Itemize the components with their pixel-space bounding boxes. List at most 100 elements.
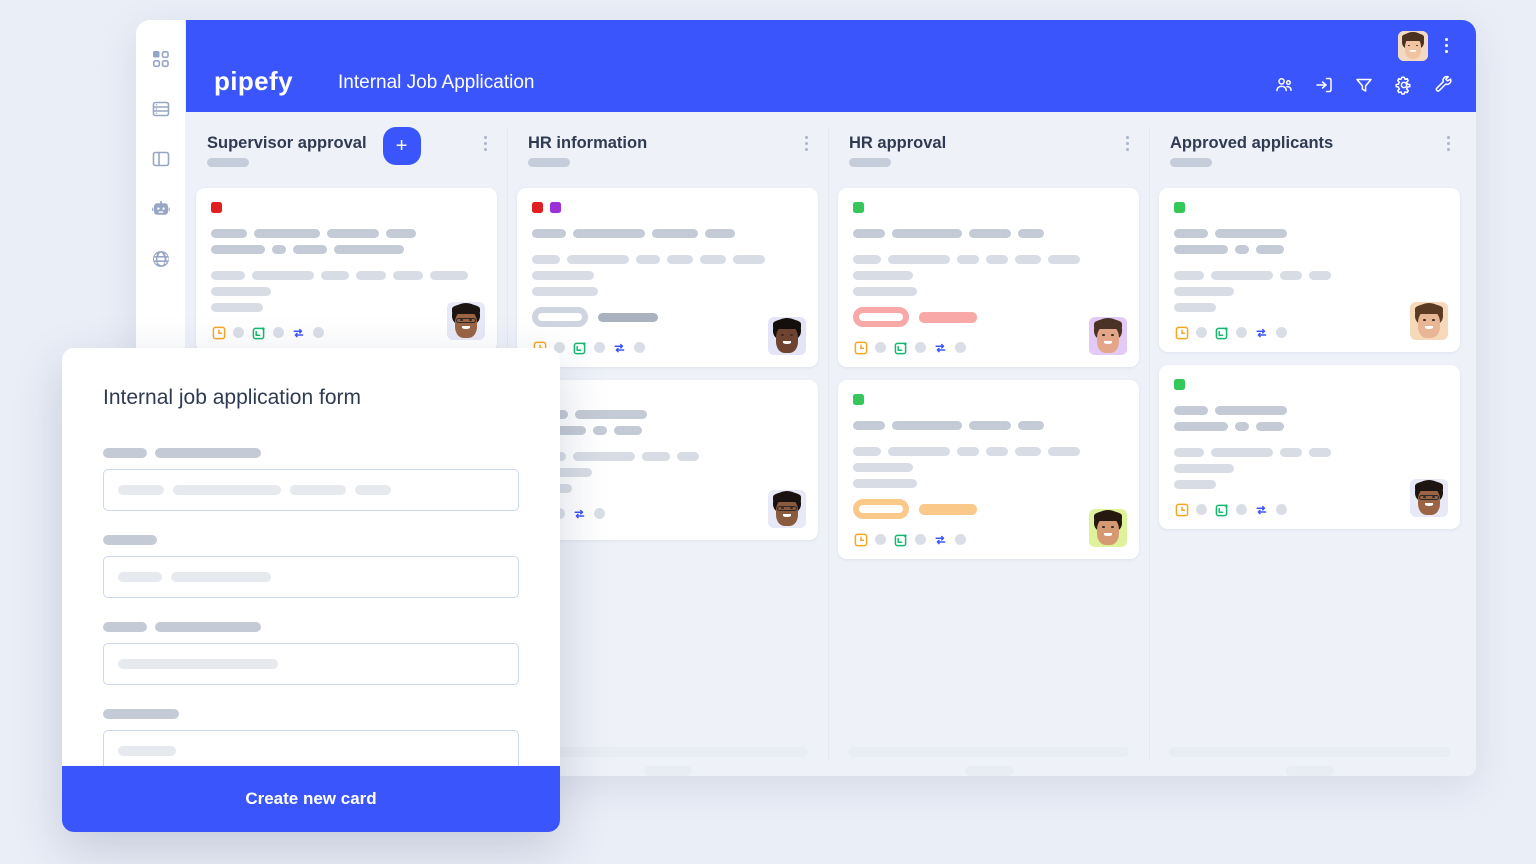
board-title: Internal Job Application [338,72,535,93]
kanban-card[interactable] [196,188,497,352]
card-status-pill [853,307,909,327]
column-header: HR information [517,112,818,188]
placeholder-dot [1236,327,1247,338]
card-pill-row [532,307,803,327]
create-card-modal: Internal job application form Create new… [62,348,560,832]
field-label-placeholder [103,448,519,458]
column-overflow-menu[interactable] [803,134,810,153]
form-field [103,448,519,511]
label-chip [1174,379,1185,390]
form-field [103,622,519,685]
user-avatar[interactable] [1398,31,1428,61]
create-new-card-button[interactable]: Create new card [62,766,560,832]
kanban-card[interactable] [838,380,1139,559]
kanban-card[interactable] [1159,365,1460,529]
kanban-card[interactable] [1159,188,1460,352]
field-label-placeholder [103,622,519,632]
label-chip [532,202,543,213]
globe-icon[interactable] [149,247,173,271]
gear-icon[interactable] [1393,74,1414,95]
card-assignee-avatar[interactable] [1089,317,1127,355]
form-input[interactable] [103,730,519,766]
header-actions [1273,74,1454,95]
card-assignee-avatar[interactable] [1089,509,1127,547]
database-icon[interactable] [149,97,173,121]
kanban-card[interactable] [517,188,818,367]
card-footer [1174,502,1445,517]
column-footer-placeholder [1159,733,1460,776]
form-field [103,709,519,766]
placeholder-dot [915,342,926,353]
field-label-placeholder [103,709,519,719]
wrench-icon[interactable] [1433,74,1454,95]
form-input[interactable] [103,556,519,598]
clock-icon [211,325,226,340]
column-title: Approved applicants [1170,134,1334,152]
card-status-pill [853,499,909,519]
column-overflow-menu[interactable] [1124,134,1131,153]
card-footer [1174,325,1445,340]
apps-grid-icon[interactable] [149,47,173,71]
members-icon[interactable] [1273,74,1294,95]
placeholder-dot [634,342,645,353]
label-chip [1174,202,1185,213]
clock-icon [853,532,868,547]
kanban-card[interactable] [517,380,818,540]
robot-icon[interactable] [149,197,173,221]
filter-icon[interactable] [1353,74,1374,95]
placeholder-dot [915,534,926,545]
calendar-plus-icon [893,532,908,547]
placeholder-dot [955,534,966,545]
placeholder-dot [1196,504,1207,515]
connection-icon [572,506,587,521]
card-assignee-avatar[interactable] [447,302,485,340]
calendar-plus-icon [572,340,587,355]
header-overflow-menu[interactable] [1438,34,1454,56]
clock-icon [1174,325,1189,340]
modal-title: Internal job application form [103,386,361,409]
column-footer-placeholder [517,733,818,776]
import-export-icon[interactable] [1313,74,1334,95]
column-header: Supervisor approval + [196,112,497,188]
calendar-plus-icon [251,325,266,340]
placeholder-dot [594,508,605,519]
card-assignee-avatar[interactable] [768,490,806,528]
label-chip [853,202,864,213]
card-assignee-avatar[interactable] [1410,302,1448,340]
card-assignee-avatar[interactable] [1410,479,1448,517]
placeholder-dot [233,327,244,338]
board-column-approved-applicants: Approved applicants [1149,112,1470,776]
form-input[interactable] [103,643,519,685]
card-labels [853,202,1124,213]
card-labels [1174,379,1445,390]
column-cards [1159,188,1460,733]
placeholder-dot [1276,504,1287,515]
card-labels [211,202,482,213]
column-subtitle-placeholder [849,158,891,167]
card-assignee-avatar[interactable] [768,317,806,355]
card-status-pill [532,307,588,327]
app-header: pipefy Internal Job Application [186,20,1476,112]
kanban-card[interactable] [838,188,1139,367]
column-cards [838,188,1139,733]
board-column-hr-approval: HR approval [828,112,1149,776]
placeholder-dot [1276,327,1287,338]
connection-icon [933,340,948,355]
card-footer [211,325,482,340]
pipefy-logo[interactable]: pipefy [214,68,293,94]
add-card-button[interactable]: + [382,127,421,165]
card-pill-bar [919,503,977,515]
form-field [103,535,519,598]
card-pill-row [853,499,1124,519]
form-input[interactable] [103,469,519,511]
column-overflow-menu[interactable] [482,134,489,153]
column-subtitle-placeholder [1170,158,1212,167]
column-header: Approved applicants [1159,112,1460,188]
placeholder-dot [273,327,284,338]
column-footer-placeholder [838,733,1139,776]
connection-icon [291,325,306,340]
layout-panel-icon[interactable] [149,147,173,171]
column-overflow-menu[interactable] [1445,134,1452,153]
connection-icon [933,532,948,547]
card-labels [1174,202,1445,213]
